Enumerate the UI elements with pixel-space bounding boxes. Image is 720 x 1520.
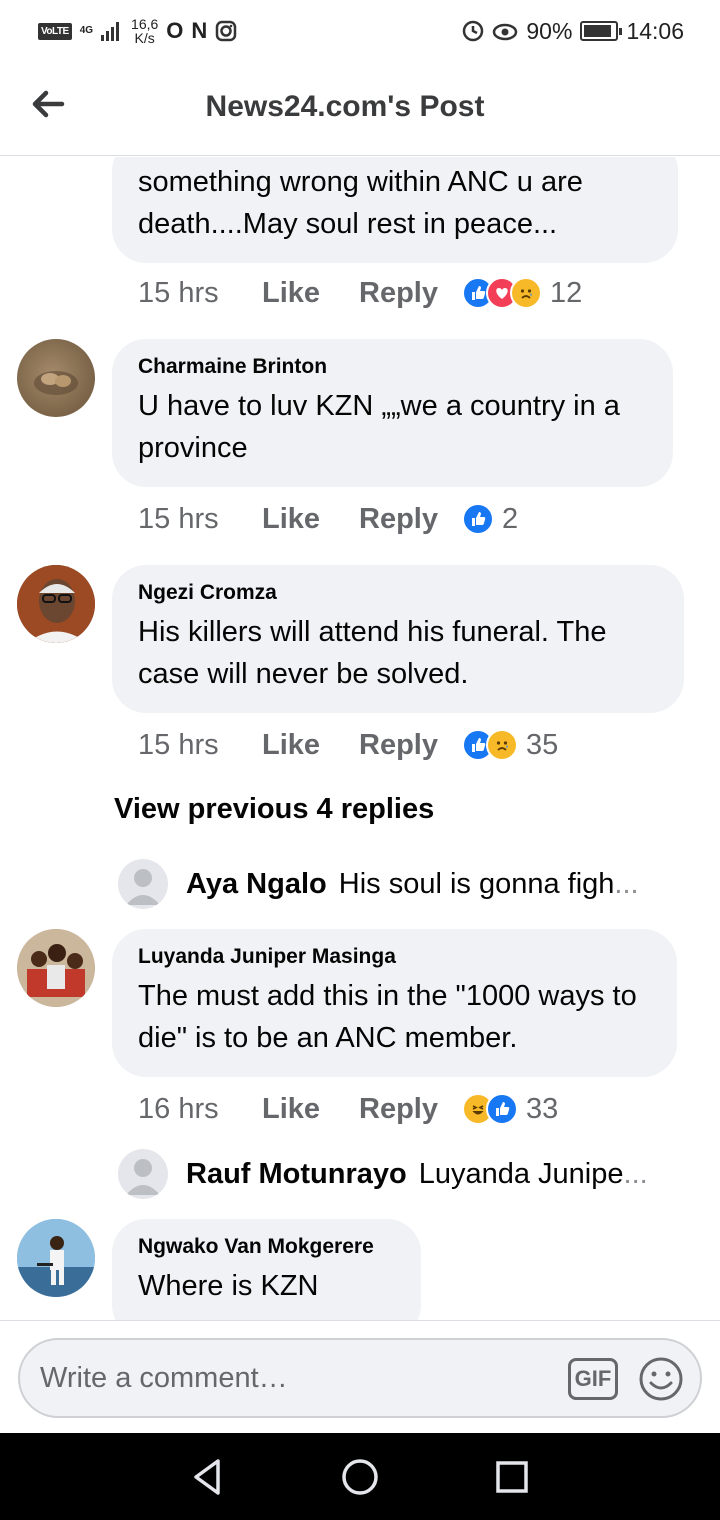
comment-text: His killers will attend his funeral. The… (138, 616, 607, 690)
like-reaction-icon (486, 1093, 518, 1125)
comment-time: 16 hrs (138, 1092, 219, 1125)
reply-ellipsis: ... (614, 867, 639, 900)
comment-bubble: Ngwako Van Mokgerere Where is KZN (112, 1219, 421, 1320)
system-navigation-bar (0, 1433, 720, 1520)
opera-icon: O (166, 18, 184, 43)
comment-meta: 15 hrs Like Reply 12 (138, 273, 582, 313)
sad-reaction-icon (510, 277, 542, 309)
reply-preview[interactable]: Aya Ngalo His soul is gonna figh ... (118, 859, 688, 909)
reaction-icons[interactable] (462, 503, 494, 535)
reaction-count: 35 (526, 728, 559, 761)
comment-text: Where is KZN (138, 1270, 319, 1302)
sad-reaction-icon (486, 729, 518, 761)
comment-text: something wrong within ANC u are death..… (138, 166, 583, 240)
comment-text: U have to luv KZN „„we a country in a pr… (138, 390, 620, 464)
like-button[interactable]: Like (262, 729, 359, 762)
network-speed: 16,6 K/s (131, 16, 159, 46)
default-avatar-icon (118, 1149, 168, 1199)
signal-icon (101, 22, 120, 41)
comment-composer[interactable]: GIF (18, 1338, 702, 1418)
like-button[interactable]: Like (262, 277, 359, 310)
reaction-count: 33 (526, 1092, 559, 1125)
view-previous-replies-link[interactable]: View previous 4 replies (114, 793, 434, 826)
page-title: News24.com's Post (205, 90, 485, 123)
battery-percent: 90% (526, 17, 573, 44)
comment-bubble: Luyanda Juniper Masinga The must add thi… (112, 929, 677, 1077)
volte-badge: VoLTE (38, 22, 72, 40)
status-right: 90% 14:06 (462, 18, 684, 45)
comment-meta: 16 hrs Like Reply 33 (138, 1089, 558, 1129)
reaction-count: 12 (550, 276, 583, 309)
reply-button[interactable]: Reply (359, 729, 462, 762)
comment-bubble: Ngezi Cromza His killers will attend his… (112, 565, 684, 713)
emoji-icon[interactable] (638, 1356, 684, 1402)
reply-text: His soul is gonna figh (338, 867, 615, 900)
recents-nav-icon[interactable] (490, 1455, 534, 1499)
comment-time: 15 hrs (138, 276, 219, 309)
reaction-count: 2 (502, 502, 519, 535)
like-button[interactable]: Like (262, 503, 359, 536)
reaction-icons[interactable] (462, 277, 542, 309)
post-header: News24.com's Post (0, 62, 720, 156)
reaction-icons[interactable] (462, 729, 518, 761)
reply-ellipsis: ... (623, 1157, 648, 1190)
reply-text: Luyanda Junipe (418, 1157, 624, 1190)
comment-input[interactable] (40, 1354, 560, 1402)
gif-button[interactable]: GIF (568, 1358, 618, 1400)
reply-author[interactable]: Aya Ngalo (186, 868, 327, 901)
reaction-icons[interactable] (462, 1093, 518, 1125)
network-type: 4G (79, 25, 94, 36)
data-saver-icon (463, 20, 484, 42)
avatar[interactable] (17, 929, 95, 1007)
status-bar: VoLTE 4G 16,6 K/s O N 90% 14:06 (0, 0, 720, 62)
comment-author[interactable]: Charmaine Brinton (138, 355, 647, 379)
comment-meta: 15 hrs Like Reply 2 (138, 499, 518, 539)
comment-bubble: Charmaine Brinton U have to luv KZN „„we… (112, 339, 673, 487)
like-reaction-icon (462, 503, 494, 535)
battery-fill (584, 25, 612, 37)
comment-bubble: something wrong within ANC u are death..… (112, 157, 678, 263)
comment-time: 15 hrs (138, 502, 219, 535)
reply-preview[interactable]: Rauf Motunrayo Luyanda Junipe ... (118, 1149, 688, 1199)
comments-feed[interactable]: something wrong within ANC u are death..… (0, 157, 720, 1320)
eye-comfort-icon (493, 23, 518, 41)
reply-button[interactable]: Reply (359, 277, 462, 310)
comment-time: 15 hrs (138, 728, 219, 761)
comment-author[interactable]: Ngwako Van Mokgerere (138, 1235, 395, 1259)
status-left: VoLTE 4G 16,6 K/s O N (38, 17, 237, 45)
like-button[interactable]: Like (262, 1093, 359, 1126)
battery-icon (580, 21, 623, 41)
home-nav-icon[interactable] (338, 1455, 382, 1499)
comment-author[interactable]: Ngezi Cromza (138, 581, 658, 605)
avatar[interactable] (17, 565, 95, 643)
comment-text: The must add this in the "1000 ways to d… (138, 980, 637, 1054)
notification-n-icon: N (191, 18, 208, 43)
reply-button[interactable]: Reply (359, 1093, 462, 1126)
comment-meta: 15 hrs Like Reply 35 (138, 725, 558, 765)
avatar[interactable] (17, 1219, 95, 1297)
reply-author[interactable]: Rauf Motunrayo (186, 1158, 407, 1191)
back-nav-icon[interactable] (186, 1455, 230, 1499)
avatar[interactable] (17, 339, 95, 417)
comment-composer-bar: GIF (0, 1320, 720, 1433)
comment-author[interactable]: Luyanda Juniper Masinga (138, 945, 651, 969)
default-avatar-icon (118, 859, 168, 909)
clock: 14:06 (626, 17, 684, 44)
reply-button[interactable]: Reply (359, 503, 462, 536)
instagram-icon (216, 20, 237, 42)
